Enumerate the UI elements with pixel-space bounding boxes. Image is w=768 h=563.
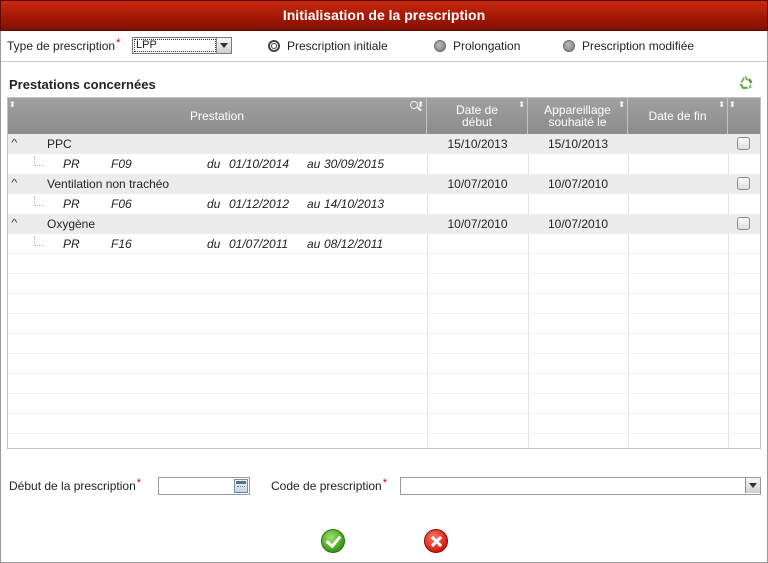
prestation-name: Ventilation non trachéo <box>47 177 170 191</box>
resize-handle-icon: ⬍ <box>9 100 16 109</box>
chevron-down-icon[interactable] <box>745 478 760 493</box>
table-row-detail: PR F09 du 01/10/2014 au 30/09/2015 <box>8 154 760 174</box>
type-prescription-value: LPP <box>134 39 216 52</box>
sort-icon[interactable]: ⬍ <box>417 99 424 111</box>
debut-prescription-input[interactable] <box>158 477 250 495</box>
sort-icon[interactable]: ⬍ <box>618 99 625 111</box>
grid-line <box>8 373 760 374</box>
sort-icon[interactable]: ⬍ <box>718 99 725 111</box>
sort-icon[interactable]: ⬍ <box>518 99 525 111</box>
chevron-down-icon[interactable] <box>216 38 231 53</box>
appareillage-cell: 10/07/2010 <box>547 217 609 231</box>
row-checkbox[interactable] <box>737 217 750 230</box>
column-header-prestation[interactable]: ⬍ Prestation ⬍ <box>8 98 427 134</box>
table-row-detail: PR F06 du 01/12/2012 au 14/10/2013 <box>8 194 760 214</box>
radio-prescription-initiale[interactable] <box>268 40 280 52</box>
tree-branch-icon <box>34 236 44 246</box>
radio-label-prescription-initiale: Prescription initiale <box>287 39 388 53</box>
validate-button[interactable] <box>321 529 345 553</box>
radio-prescription-modifiee[interactable] <box>563 40 575 52</box>
table-row[interactable]: ^ Ventilation non trachéo 10/07/2010 10/… <box>8 174 760 194</box>
grid-line <box>8 333 760 334</box>
column-header-date-debut[interactable]: Date de début ⬍ <box>427 98 528 134</box>
section-title: Prestations concernées <box>9 77 156 92</box>
table-row[interactable]: ^ Oxygène 10/07/2010 10/07/2010 <box>8 214 760 234</box>
code-prescription-select[interactable] <box>400 477 761 495</box>
grid-header: ⬍ Prestation ⬍ Date de début ⬍ Appareill… <box>8 98 760 134</box>
code-prescription-label: Code de prescription* <box>271 477 388 493</box>
column-header-select: ⬍ <box>728 98 760 134</box>
prestation-name: PPC <box>47 137 72 151</box>
sort-icon[interactable]: ⬍ <box>729 99 736 111</box>
table-row-detail: PR F16 du 01/07/2011 au 08/12/2011 <box>8 234 760 254</box>
grid-line <box>8 433 760 434</box>
column-header-appareillage[interactable]: Appareillage souhaité le ⬍ <box>528 98 628 134</box>
radio-label-prescription-modifiee: Prescription modifiée <box>582 39 695 53</box>
recycle-icon[interactable] <box>737 74 754 91</box>
grid-line <box>8 393 760 394</box>
collapse-caret-icon[interactable]: ^ <box>11 178 17 189</box>
tree-branch-icon <box>34 196 44 206</box>
prestations-grid: ⬍ Prestation ⬍ Date de début ⬍ Appareill… <box>7 97 761 449</box>
grid-line <box>8 353 760 354</box>
radio-label-prolongation: Prolongation <box>453 39 521 53</box>
row-checkbox[interactable] <box>737 137 750 150</box>
date-debut-cell: 15/10/2013 <box>447 137 508 151</box>
table-row[interactable]: ^ PPC 15/10/2013 15/10/2013 <box>8 134 760 154</box>
collapse-caret-icon[interactable]: ^ <box>11 138 17 149</box>
radio-prolongation[interactable] <box>434 40 446 52</box>
prestation-name: Oxygène <box>47 217 96 231</box>
cancel-button[interactable] <box>424 529 448 553</box>
type-prescription-bar: Type de prescription* LPP Prescription i… <box>0 31 768 62</box>
type-prescription-label: Type de prescription* <box>7 37 121 53</box>
collapse-caret-icon[interactable]: ^ <box>11 218 17 229</box>
column-header-date-fin[interactable]: Date de fin ⬍ <box>628 98 728 134</box>
grid-line <box>8 413 760 414</box>
row-checkbox[interactable] <box>737 177 750 190</box>
grid-line <box>8 273 760 274</box>
grid-line <box>8 313 760 314</box>
calendar-icon[interactable] <box>234 479 248 493</box>
debut-prescription-label: Début de la prescription* <box>9 477 142 493</box>
tree-branch-icon <box>34 156 44 166</box>
type-prescription-select[interactable]: LPP <box>132 37 232 54</box>
grid-line <box>8 293 760 294</box>
date-debut-cell: 10/07/2010 <box>447 217 508 231</box>
appareillage-cell: 10/07/2010 <box>547 177 609 191</box>
window-title: Initialisation de la prescription <box>0 0 768 31</box>
appareillage-cell: 15/10/2013 <box>547 137 609 151</box>
date-debut-cell: 10/07/2010 <box>447 177 508 191</box>
